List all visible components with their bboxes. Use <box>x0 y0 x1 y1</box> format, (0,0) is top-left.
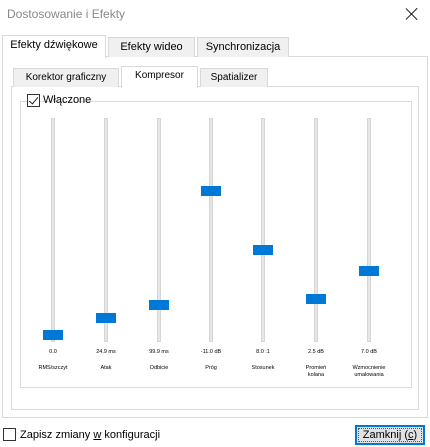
tab-label: Synchronizacja <box>205 41 281 53</box>
tab-video-effects[interactable]: Efekty wideo <box>108 37 195 57</box>
slider-thumb[interactable] <box>359 266 379 277</box>
slider-track[interactable] <box>367 118 371 342</box>
slider-track[interactable] <box>261 118 265 342</box>
tab-label: Spatializer <box>210 72 258 83</box>
slider-thumb[interactable] <box>306 293 326 304</box>
close-button[interactable]: Zamknij (c) <box>355 425 425 445</box>
slider-thumb[interactable] <box>149 300 169 311</box>
tab-label: Efekty dźwiękowe <box>10 39 98 51</box>
tab-label: Efekty wideo <box>120 41 183 53</box>
slider-thumb[interactable] <box>201 185 221 196</box>
tab-label: Korektor graficzny <box>25 72 107 83</box>
enabled-label: Włączone <box>43 94 92 106</box>
close-label-end: ) <box>413 429 418 441</box>
slider-label: Odbicie <box>149 365 169 371</box>
slider-thumb[interactable] <box>96 313 116 324</box>
slider-value: 0.0 <box>49 349 57 355</box>
close-label-text: Zamknij ( <box>362 429 409 441</box>
slider-thumb[interactable] <box>253 245 273 256</box>
tab-graphic-equalizer[interactable]: Korektor graficzny <box>13 68 119 87</box>
close-icon[interactable] <box>404 6 420 22</box>
title-bar: Dostosowanie i Efekty <box>0 0 430 28</box>
slider-value: -11.0 dB <box>200 349 222 355</box>
tab-synchronization[interactable]: Synchronizacja <box>197 37 289 57</box>
enabled-checkbox[interactable] <box>27 94 40 107</box>
slider-label: Stosunek <box>251 365 275 371</box>
slider-label: RMS/szczyt <box>38 365 68 371</box>
tab-label: Kompresor <box>135 70 184 81</box>
tab-compressor[interactable]: Kompresor <box>121 66 198 88</box>
enabled-checkbox-row[interactable]: Włączone <box>27 94 91 108</box>
save-config-checkbox[interactable] <box>3 428 16 441</box>
tab-spatializer[interactable]: Spatializer <box>200 68 268 87</box>
slider-value: 2.5 dB <box>308 349 324 355</box>
slider-value: 7.0 dB <box>361 349 377 355</box>
compressor-group <box>20 101 412 388</box>
slider-track[interactable] <box>209 118 213 342</box>
slider-label: Atak <box>100 365 112 371</box>
window-title: Dostosowanie i Efekty <box>7 7 126 21</box>
tab-audio-effects[interactable]: Efekty dźwiękowe <box>2 35 106 58</box>
slider-value: 99.9 ms <box>149 349 169 355</box>
dialog-window: Dostosowanie i Efekty Efekty dźwiękowe E… <box>0 0 430 447</box>
slider-label: Próg <box>205 365 217 371</box>
slider-value: 24.9 ms <box>96 349 116 355</box>
save-config-label: Zapisz zmiany w konfiguracji <box>20 429 160 441</box>
slider-thumb[interactable] <box>43 330 63 340</box>
slider-track[interactable] <box>51 118 55 342</box>
slider-value: 8.0 :1 <box>256 349 270 355</box>
slider-track[interactable] <box>104 118 108 342</box>
slider-label: Promień kolana <box>305 365 327 378</box>
save-label-text: Zapisz zmiany <box>20 429 94 441</box>
slider-track[interactable] <box>314 118 318 342</box>
slider-label: Wzmocnienie umalowania <box>352 365 386 378</box>
save-label-text-end: konfiguracji <box>101 429 161 441</box>
